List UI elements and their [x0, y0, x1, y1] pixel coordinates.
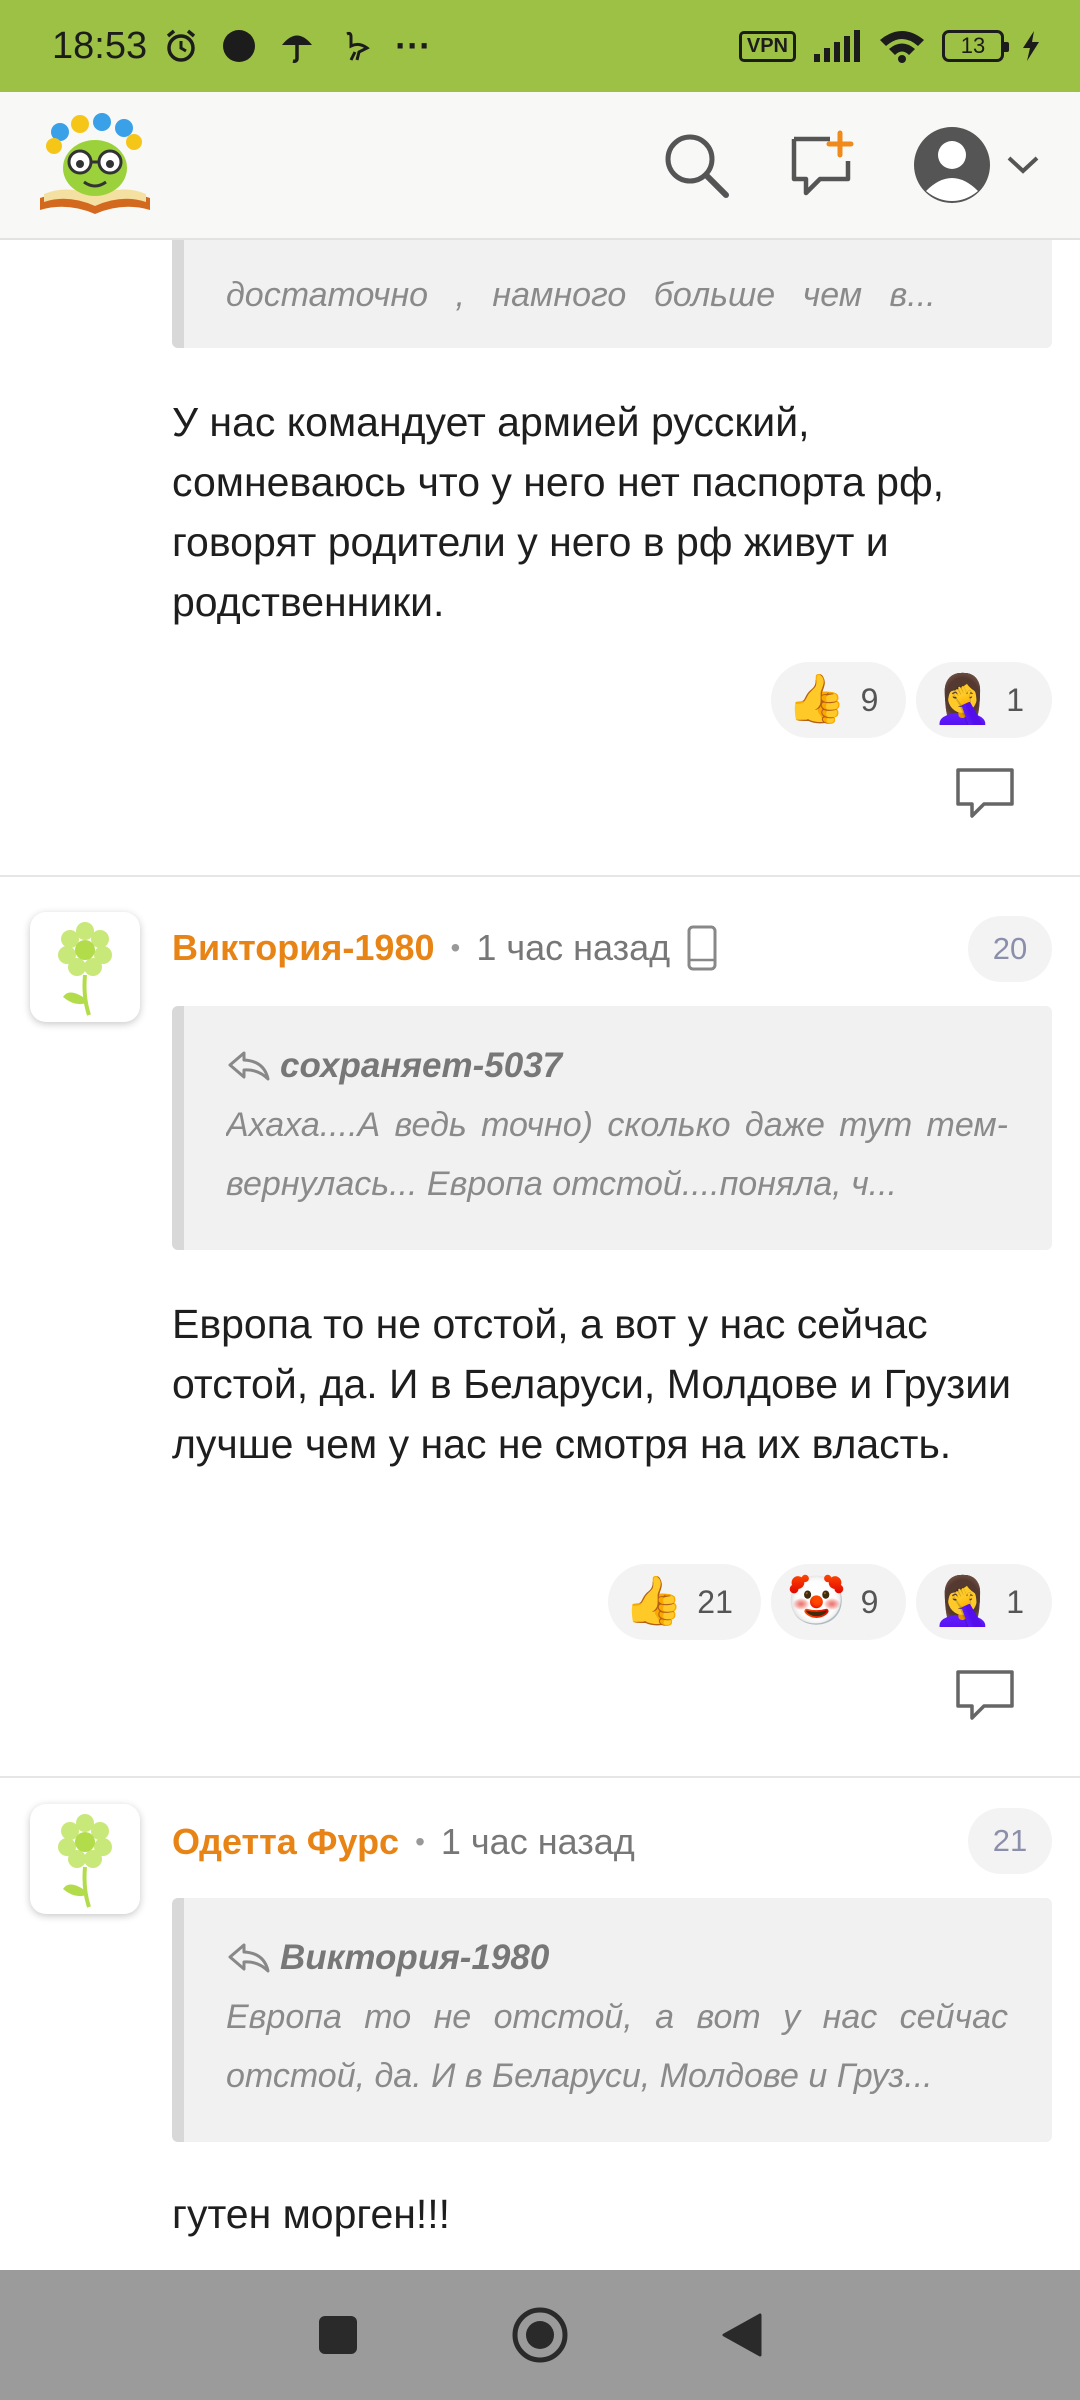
reaction-facepalm[interactable]: 🤦‍♀️ 1: [916, 662, 1052, 738]
mobile-device-icon: [687, 925, 717, 971]
signal-icon: [814, 30, 860, 62]
quote-author[interactable]: сохраняет-5037: [280, 1046, 562, 1086]
umbrella-icon: [282, 35, 313, 63]
comment-text: У нас командует армией русский, сомневаю…: [172, 399, 945, 625]
search-button[interactable]: [660, 129, 732, 201]
new-post-icon: [791, 130, 854, 196]
comment-text: Европа то не отстой, а вот у нас сейчас …: [172, 1301, 1012, 1467]
profile-menu-button[interactable]: [912, 125, 1040, 205]
logo-icon: [40, 113, 150, 214]
reaction-facepalm[interactable]: 🤦‍♀️ 1: [916, 1564, 1052, 1640]
reply-arrow-icon: [228, 1051, 270, 1081]
search-icon: [665, 134, 729, 198]
author-name[interactable]: Одетта Фурс: [172, 1821, 399, 1863]
ostrich-icon: [346, 31, 370, 61]
quote-text: Европа то не отстой, а вот у нас сейчас …: [226, 1998, 1008, 2095]
thumbs-up-icon: 👍: [786, 673, 847, 726]
reaction-count: 21: [697, 1583, 733, 1620]
comment-time: 1 час назад: [476, 927, 671, 968]
facepalm-icon: 🤦‍♀️: [932, 673, 993, 726]
reply-icon[interactable]: [954, 766, 1016, 820]
quote-author-line: сохраняет-5037: [226, 1036, 1008, 1096]
avatar[interactable]: [30, 1804, 140, 1914]
status-left-icons: ···: [163, 25, 431, 67]
author-line: Одетта Фурс • 1 час назад: [172, 1814, 635, 1870]
reaction-clown[interactable]: 🤡 9: [770, 1564, 907, 1640]
reaction-count: 1: [1006, 1583, 1024, 1620]
reply-arrow-icon: [228, 1943, 270, 1973]
status-bar: 18:53 ··· VPN 13: [0, 0, 1080, 92]
battery-indicator: 13: [942, 30, 1009, 62]
author-line: Виктория-1980 • 1 час назад: [172, 920, 718, 976]
quote-block[interactable]: достаточно , намного больше чем в...: [172, 240, 1052, 348]
circle-icon: [223, 30, 256, 62]
separator-dot: •: [450, 932, 461, 963]
comment-number[interactable]: 20: [968, 916, 1052, 982]
site-logo[interactable]: [32, 110, 158, 220]
author-name[interactable]: Виктория-1980: [172, 927, 435, 969]
clown-icon: 🤡: [786, 1575, 847, 1628]
header-actions: [660, 125, 1040, 205]
new-post-button[interactable]: [786, 129, 858, 201]
quote-text: Ахаха....А ведь точно) сколько даже тут …: [226, 1106, 1008, 1203]
wifi-icon: [880, 31, 924, 63]
vpn-badge: VPN: [738, 30, 796, 62]
flower-icon: [58, 1814, 112, 1908]
thumbs-up-icon: 👍: [623, 1575, 684, 1628]
app-header: [0, 92, 1080, 240]
alarm-icon: [166, 29, 196, 62]
status-time: 18:53: [52, 24, 148, 67]
reaction-thumbs-up[interactable]: 👍 21: [607, 1564, 761, 1640]
reply-icon[interactable]: [954, 1668, 1016, 1722]
reaction-count: 9: [860, 681, 879, 718]
divider: [0, 875, 1080, 877]
comment-text: гутен морген!!!: [172, 2191, 451, 2237]
reactions-bar: 👍 21 🤡 9 🤦‍♀️ 1: [607, 1564, 1052, 1640]
comment-number[interactable]: 21: [968, 1808, 1052, 1874]
quote-text: достаточно , намного больше чем в...: [226, 276, 936, 314]
more-dots-icon: ···: [395, 25, 432, 66]
divider: [0, 1776, 1080, 1778]
back-button[interactable]: [720, 2311, 764, 2359]
charging-icon: [1023, 31, 1039, 61]
separator-dot: •: [415, 1826, 425, 1857]
reaction-count: 1: [1006, 681, 1024, 718]
flower-icon: [58, 922, 112, 1016]
avatar[interactable]: [30, 912, 140, 1022]
quote-block[interactable]: сохраняет-5037 Ахаха....А ведь точно) ск…: [172, 1006, 1052, 1250]
quote-block[interactable]: Виктория-1980 Европа то не отстой, а вот…: [172, 1898, 1052, 2142]
reactions-bar: 👍 9 🤦‍♀️ 1: [770, 662, 1052, 738]
status-right-icons: VPN 13: [738, 28, 1042, 64]
reaction-count: 9: [860, 1583, 879, 1620]
reaction-thumbs-up[interactable]: 👍 9: [770, 662, 907, 738]
quote-author[interactable]: Виктория-1980: [280, 1938, 549, 1978]
comment-time: 1 час назад: [440, 1821, 635, 1862]
quote-author-line: Виктория-1980: [226, 1928, 1008, 1988]
chevron-down-icon: [1007, 156, 1039, 174]
facepalm-icon: 🤦‍♀️: [932, 1575, 993, 1628]
home-button[interactable]: [510, 2305, 570, 2365]
comments-feed: достаточно , намного больше чем в... У н…: [0, 240, 1080, 2270]
recents-button[interactable]: [316, 2313, 360, 2357]
profile-icon: [914, 127, 990, 203]
system-nav-bar: [0, 2270, 1080, 2400]
